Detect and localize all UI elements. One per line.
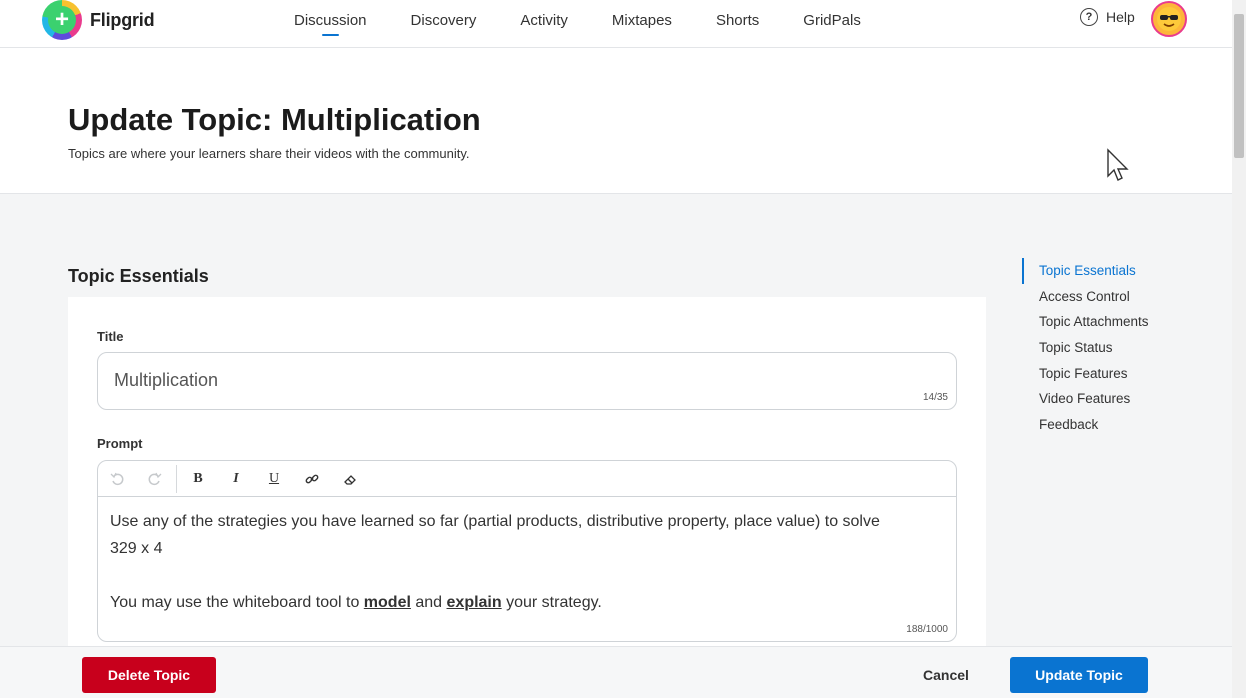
title-char-counter: 14/35: [922, 392, 948, 403]
prompt-paragraph-1: Use any of the strategies you have learn…: [110, 513, 880, 557]
page-header: Update Topic: Multiplication Topics are …: [0, 48, 1232, 194]
prompt-label: Prompt: [97, 436, 143, 451]
action-footer: Delete Topic Cancel Update Topic: [0, 646, 1232, 698]
page-scrollbar[interactable]: [1232, 0, 1246, 698]
nav-gridpals[interactable]: GridPals: [803, 0, 861, 40]
nav-activity[interactable]: Activity: [520, 0, 568, 40]
page-subtitle: Topics are where your learners share the…: [68, 146, 470, 161]
eraser-icon[interactable]: [331, 461, 369, 497]
mouse-pointer-icon: [1107, 148, 1129, 181]
topic-essentials-card: Title 14/35 Prompt B I U Use any of the …: [68, 297, 986, 657]
title-label: Title: [97, 329, 124, 344]
side-nav-topic-essentials[interactable]: Topic Essentials: [1022, 258, 1149, 284]
undo-icon[interactable]: [98, 461, 136, 497]
nav-discovery[interactable]: Discovery: [411, 0, 477, 40]
help-question-icon: ?: [1080, 8, 1098, 26]
prompt-paragraph-2: You may use the whiteboard tool to model…: [110, 594, 602, 611]
prompt-model-word: model: [363, 594, 411, 611]
link-icon[interactable]: [293, 461, 331, 497]
prompt-editor[interactable]: B I U Use any of the strategies you have…: [97, 460, 957, 642]
flipgrid-logo[interactable]: + Flipgrid: [42, 0, 155, 40]
section-title: Topic Essentials: [68, 266, 209, 286]
flipgrid-logo-icon: +: [42, 0, 82, 40]
italic-button[interactable]: I: [217, 461, 255, 497]
side-nav-topic-attachments[interactable]: Topic Attachments: [1022, 309, 1149, 335]
app-name: Flipgrid: [90, 9, 155, 30]
prompt-explain-word: explain: [446, 594, 502, 611]
side-nav-video-features[interactable]: Video Features: [1022, 386, 1149, 412]
help-label: Help: [1106, 9, 1135, 25]
bold-button[interactable]: B: [179, 461, 217, 497]
help-button[interactable]: ? Help: [1080, 8, 1135, 26]
page-title: Update Topic: Multiplication: [68, 102, 481, 137]
side-nav-access-control[interactable]: Access Control: [1022, 284, 1149, 310]
side-nav-topic-features[interactable]: Topic Features: [1022, 360, 1149, 386]
side-nav-topic-status[interactable]: Topic Status: [1022, 335, 1149, 361]
user-avatar[interactable]: [1151, 1, 1187, 37]
title-input[interactable]: [114, 370, 894, 391]
underline-button[interactable]: U: [255, 461, 293, 497]
prompt-char-counter: 188/1000: [906, 624, 948, 635]
main-nav: Discussion Discovery Activity Mixtapes S…: [294, 0, 905, 48]
scrollbar-thumb[interactable]: [1234, 14, 1244, 158]
editor-toolbar: B I U: [98, 461, 956, 497]
side-nav-feedback[interactable]: Feedback: [1022, 412, 1149, 438]
section-side-nav: Topic Essentials Access Control Topic At…: [1022, 258, 1149, 437]
top-nav: + Flipgrid Discussion Discovery Activity…: [0, 0, 1232, 48]
nav-mixtapes[interactable]: Mixtapes: [612, 0, 672, 40]
toolbar-divider: [176, 464, 177, 493]
sunglasses-face-icon: [1157, 7, 1181, 31]
cancel-button[interactable]: Cancel: [906, 657, 986, 693]
update-topic-button[interactable]: Update Topic: [1010, 657, 1148, 693]
nav-shorts[interactable]: Shorts: [716, 0, 759, 40]
redo-icon[interactable]: [136, 461, 174, 497]
prompt-text[interactable]: Use any of the strategies you have learn…: [110, 508, 890, 616]
nav-discussion[interactable]: Discussion: [294, 0, 367, 40]
title-field[interactable]: 14/35: [97, 352, 957, 410]
delete-topic-button[interactable]: Delete Topic: [82, 657, 216, 693]
